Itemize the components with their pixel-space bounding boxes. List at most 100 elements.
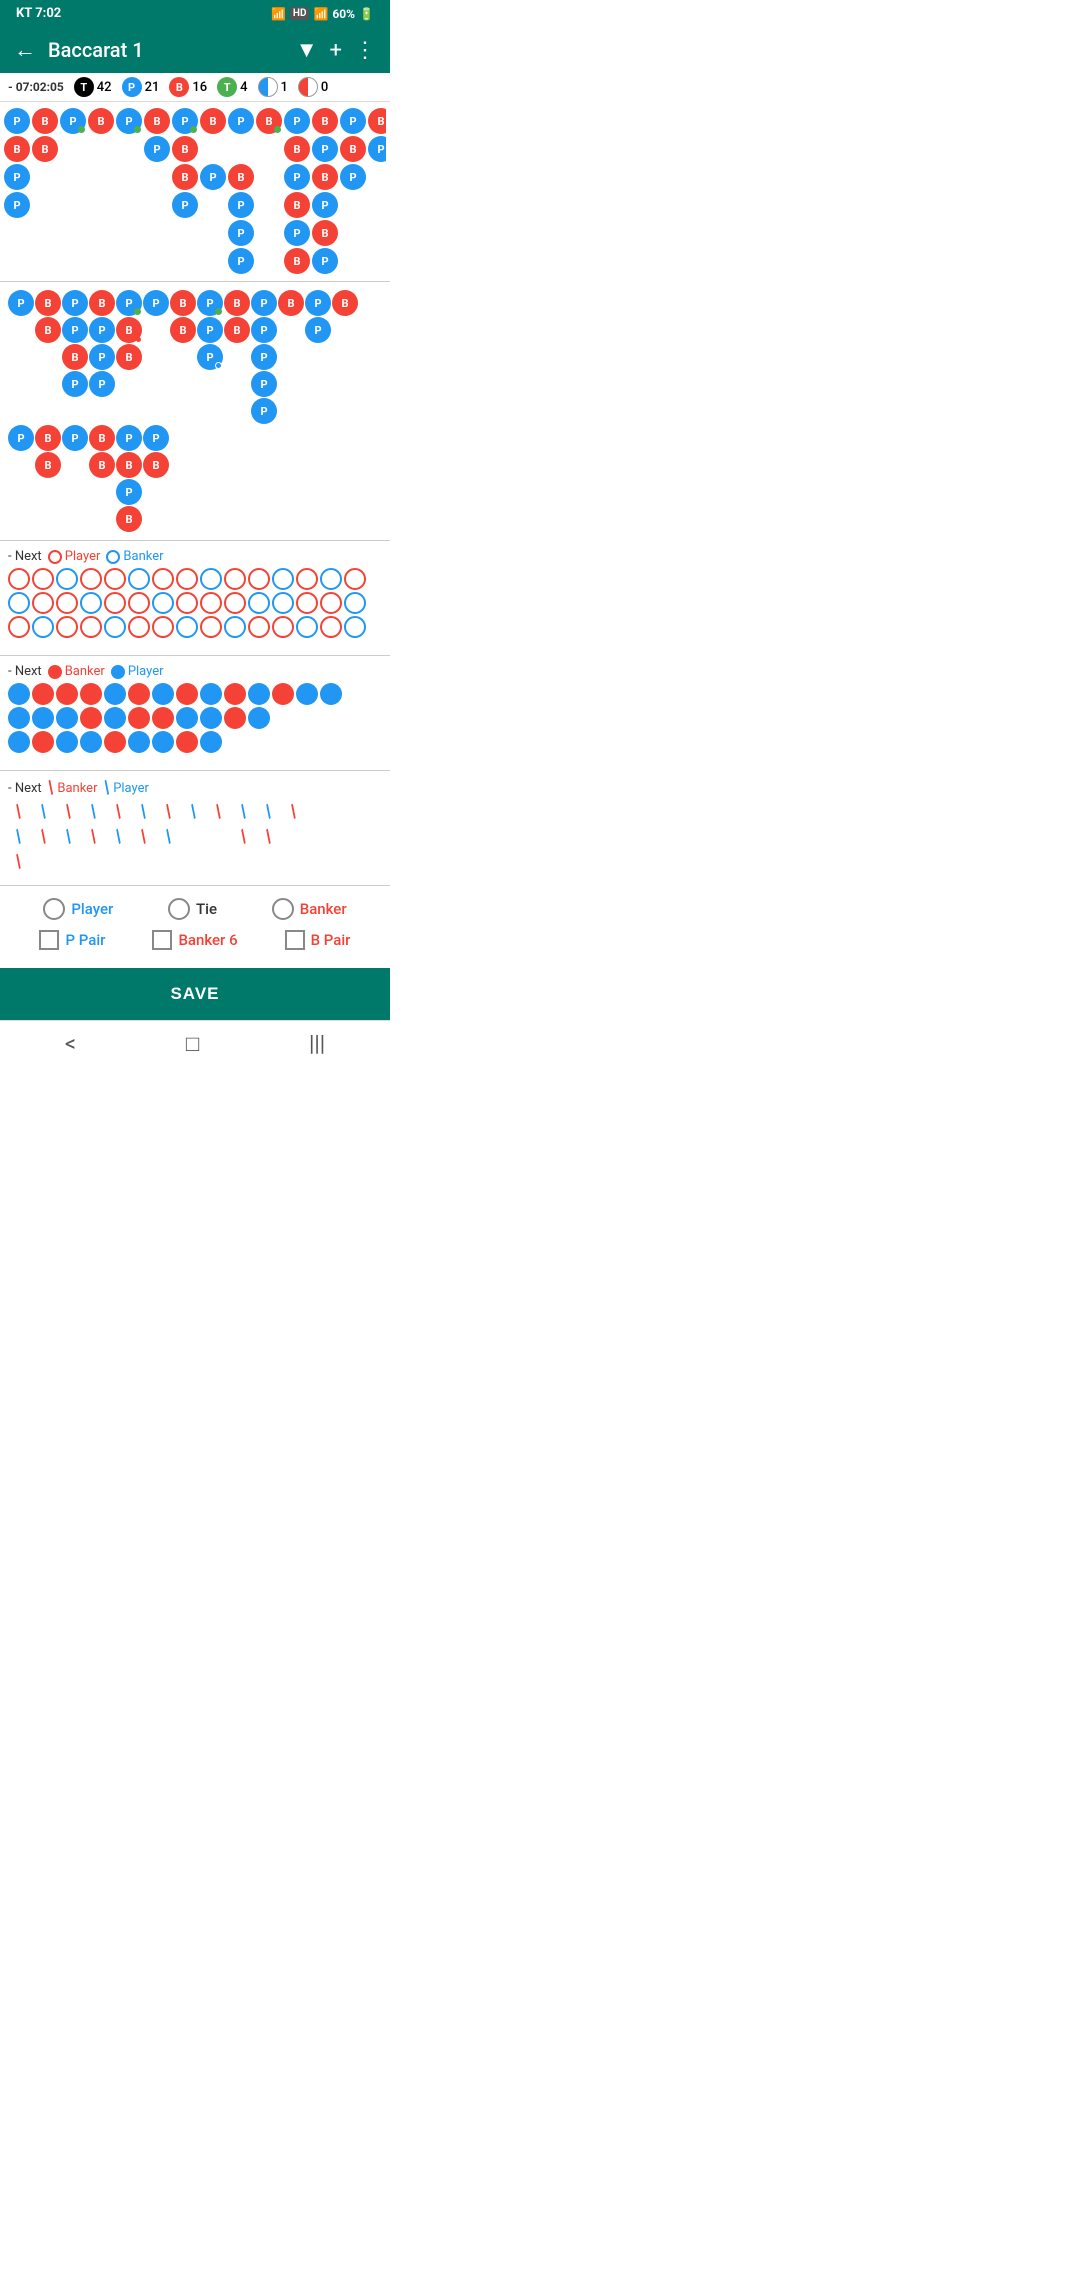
p-pair-option[interactable]: P Pair (39, 930, 105, 950)
home-nav-button[interactable]: □ (186, 1031, 199, 1057)
bead: B (368, 108, 386, 134)
empty-slash (108, 851, 130, 873)
banker-bet-label: Banker (300, 900, 347, 918)
big-road-col: P B (143, 425, 169, 532)
empty-bead (200, 192, 226, 218)
bead: B (62, 344, 88, 370)
bead: P (251, 344, 277, 370)
slash-mark: / (179, 799, 209, 827)
banker-legend-small: Banker (48, 664, 105, 679)
eye-circle (8, 616, 30, 638)
empty-bead (368, 248, 386, 274)
small-dot (248, 707, 270, 729)
bead: B (170, 290, 196, 316)
nav-bar: < □ ||| (0, 1020, 390, 1067)
bead: B (172, 136, 198, 162)
app-title: Baccarat 1 (48, 38, 284, 62)
pair-stat: 0 (298, 77, 328, 97)
b-pair-option[interactable]: B Pair (285, 930, 351, 950)
empty-bead (88, 192, 114, 218)
banker-bet-option[interactable]: Banker (272, 898, 347, 920)
big-road-beads: P B B P P B P B P P P P (8, 290, 382, 532)
small-dot (56, 731, 78, 753)
big-road-col: P P P (197, 290, 223, 424)
bead: B (224, 290, 250, 316)
eye-circle (272, 568, 294, 590)
empty-slash (33, 851, 55, 873)
eye-circle (344, 568, 366, 590)
tie-count: 4 (240, 80, 247, 95)
bead: P (251, 371, 277, 397)
dropdown-button[interactable]: ▼ (296, 37, 318, 63)
banker6-option[interactable]: Banker 6 (152, 930, 237, 950)
eye-circle (32, 592, 54, 614)
bead: P (251, 290, 277, 316)
bead: B (116, 506, 142, 532)
tie-radio[interactable] (168, 898, 190, 920)
player-radio[interactable] (43, 898, 65, 920)
banker6-checkbox[interactable] (152, 930, 172, 950)
bead: B (35, 452, 61, 478)
tie-bet-option[interactable]: Tie (168, 898, 217, 920)
bead: P (62, 425, 88, 451)
big-road-col: B B (35, 425, 61, 532)
status-icons: 📶 HD 📶 60% 🔋 (271, 7, 374, 21)
bead: P (89, 344, 115, 370)
empty-dot (320, 731, 342, 753)
empty-dot (296, 731, 318, 753)
empty-bead (32, 164, 58, 190)
menu-button[interactable]: ⋮ (354, 38, 376, 63)
bead: P (4, 164, 30, 190)
back-nav-button[interactable]: < (65, 1032, 76, 1057)
empty-slash (133, 851, 155, 873)
bead: B (32, 136, 58, 162)
bead: P (305, 317, 331, 343)
empty-bead (256, 192, 282, 218)
empty-bead (32, 220, 58, 246)
bead: P (116, 479, 142, 505)
b-pair-checkbox[interactable] (285, 930, 305, 950)
empty-bead (60, 192, 86, 218)
add-button[interactable]: + (330, 38, 342, 63)
player-icon: P (122, 77, 142, 97)
player-stat: P 21 (122, 77, 160, 97)
eye-circle (152, 616, 174, 638)
empty-bead (116, 136, 142, 162)
banker-radio[interactable] (272, 898, 294, 920)
empty-bead (256, 220, 282, 246)
small-dot (104, 731, 126, 753)
empty-slash (158, 851, 180, 873)
eye-circle (152, 568, 174, 590)
bead: P (251, 317, 277, 343)
bead: P (284, 220, 310, 246)
empty-dot (296, 707, 318, 729)
player-bet-option[interactable]: Player (43, 898, 113, 920)
bead: P (89, 317, 115, 343)
small-dot (224, 707, 246, 729)
eye-circle (296, 592, 318, 614)
eye-circle (320, 616, 342, 638)
pair-row: P Pair Banker 6 B Pair (16, 930, 374, 950)
p-pair-checkbox[interactable] (39, 930, 59, 950)
empty-bead (256, 136, 282, 162)
eye-circle (248, 616, 270, 638)
back-button[interactable]: ← (14, 37, 36, 63)
bead: B (284, 136, 310, 162)
eye-circle (104, 568, 126, 590)
empty-bead (60, 136, 86, 162)
empty-dot (272, 707, 294, 729)
eye-circle (320, 592, 342, 614)
slash-mark: / (4, 822, 34, 852)
bead: P (200, 164, 226, 190)
big-road-col: P (62, 425, 88, 532)
empty-bead (200, 136, 226, 162)
big-eye-grid (4, 566, 386, 641)
slash-mark: / (229, 822, 259, 852)
empty-slash (58, 851, 80, 873)
empty-slash (283, 826, 305, 848)
bead: B (172, 164, 198, 190)
recent-nav-button[interactable]: ||| (309, 1032, 325, 1057)
save-button[interactable]: SAVE (0, 968, 390, 1020)
slash-mark: / (204, 799, 234, 827)
big-road-col: B P P P (89, 290, 115, 424)
